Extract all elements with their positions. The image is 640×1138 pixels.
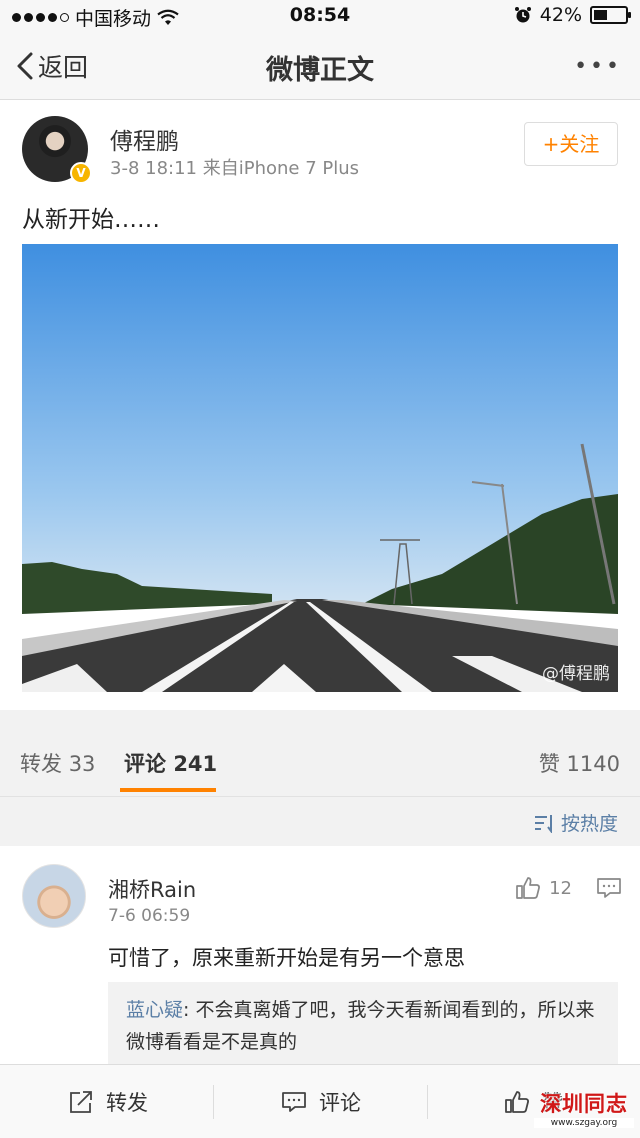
watermark-title: 深圳同志 [540,1092,628,1116]
battery-fill [594,10,607,20]
sort-by-hot-button[interactable]: 按热度 [533,809,618,836]
image-watermark: @傅程鹏 [542,664,610,684]
comment-bubble-icon [597,878,621,898]
divider [427,1085,428,1119]
tab-likes-label: 赞 [538,752,560,776]
page-title: 微博正文 [266,55,374,86]
comment-like-button[interactable]: 12 [515,876,572,900]
comment-reply-box[interactable]: 蓝心疑: 不会真离婚了吧，我今天看新闻看到的，所以来微博看看是不是真的 [108,982,618,1064]
divider [213,1085,214,1119]
verified-badge-icon: V [70,162,92,184]
nav-bar: 返回 微博正文 ••• [0,32,640,100]
thumbs-up-icon [505,1091,529,1113]
tab-repost-count: 33 [68,752,96,776]
comment-button[interactable]: 评论 [281,1087,361,1117]
comment-item: 湘桥Rain 7-6 06:59 12 可惜了，原来重新开始是有另一个意思 蓝心… [0,846,640,1064]
comment-like-count: 12 [549,877,572,899]
follow-button[interactable]: +关注 [524,122,618,166]
status-right: 42% [514,4,631,26]
status-bar: 中国移动 08:54 42% [0,0,640,32]
tab-repost[interactable]: 转发 33 [20,748,95,778]
thumbs-up-icon [516,877,541,899]
repost-label: 转发 [106,1091,148,1115]
road-photo [22,244,618,692]
share-icon [70,1091,92,1113]
battery-percent: 42% [539,4,582,26]
battery-icon [590,6,631,24]
post-image[interactable]: @傅程鹏 [22,244,618,692]
comment-label: 评论 [319,1091,361,1115]
alarm-icon [514,7,531,23]
comment-time: 7-6 06:59 [108,906,191,926]
sort-bar: 按热度 [0,796,640,846]
repost-button[interactable]: 转发 [68,1087,148,1117]
tab-likes[interactable]: 赞 1140 [539,748,620,778]
reply-text: : 不会真离婚了吧，我今天看新闻看到的，所以来微博看看是不是真的 [126,999,595,1053]
tab-comments-count: 241 [173,752,218,776]
comment-bubble-icon [282,1092,306,1112]
post-tabs: 转发 33 评论 241 赞 1140 [0,726,640,796]
comment-author[interactable]: 湘桥Rain [108,874,196,904]
reply-button[interactable] [596,876,622,904]
more-icon[interactable]: ••• [574,54,622,79]
author-name[interactable]: 傅程鹏 [110,122,179,156]
site-watermark-logo: 深圳同志 www.szgay.org [534,1088,634,1134]
watermark-url: www.szgay.org [534,1118,634,1128]
post-card: V 傅程鹏 3-8 18:11 来自iPhone 7 Plus +关注 从新开始… [0,100,640,710]
reply-author[interactable]: 蓝心疑 [126,999,183,1021]
avatar[interactable] [22,864,86,928]
tab-likes-count: 1140 [566,752,620,776]
tab-repost-label: 转发 [20,752,62,776]
sort-icon [534,814,552,833]
tab-comments[interactable]: 评论 241 [124,748,217,778]
comment-text: 可惜了，原来重新开始是有另一个意思 [108,946,465,970]
sort-label: 按热度 [560,813,618,835]
tab-comments-label: 评论 [124,752,166,776]
author-avatar-wrap[interactable]: V [22,116,92,184]
post-text: 从新开始…… [22,207,160,233]
post-meta: 3-8 18:11 来自iPhone 7 Plus [110,158,360,179]
active-tab-indicator [120,788,216,792]
